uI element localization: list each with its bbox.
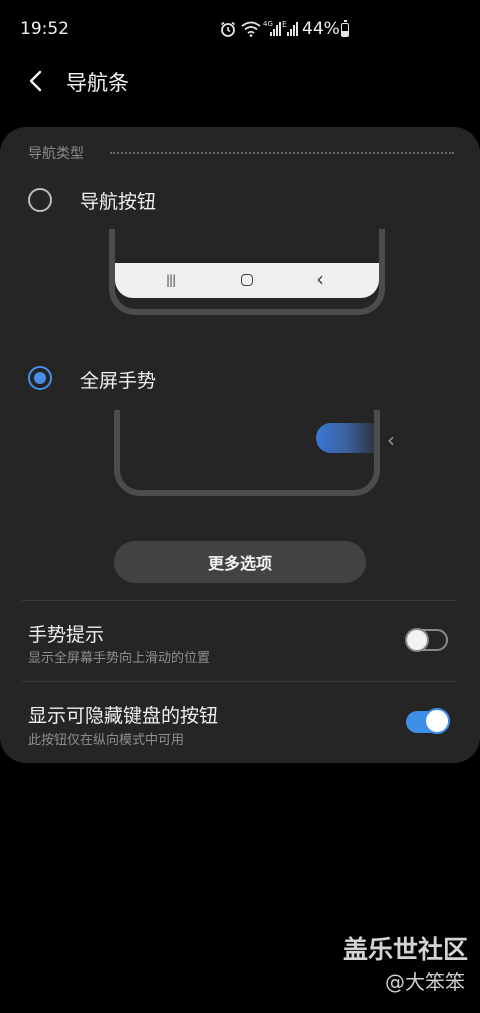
chevron-left-icon: ‹	[387, 428, 395, 452]
signal-e-icon: E	[282, 20, 298, 38]
back-arrow-icon	[29, 70, 42, 92]
home-icon	[241, 274, 253, 286]
back-icon: ‹	[316, 267, 324, 291]
option-label-navigation-buttons: 导航按钮	[80, 191, 157, 213]
watermark-author: @大笨笨	[385, 970, 465, 994]
gesture-hint-toggle[interactable]	[405, 628, 448, 652]
toggle-knob	[405, 628, 429, 652]
watermark-community: 盖乐世社区	[343, 935, 469, 964]
wifi-icon	[241, 21, 261, 37]
radio-full-screen-gestures[interactable]	[28, 366, 52, 390]
option-label-full-screen-gestures: 全屏手势	[80, 370, 157, 392]
gesture-hint-pill	[316, 423, 374, 453]
signal-4g-icon: 4G	[263, 20, 281, 38]
page-title: 导航条	[66, 71, 129, 95]
recents-icon: |||	[166, 273, 176, 287]
status-time: 19:52	[20, 19, 69, 39]
setting-subtitle-gesture-hint: 显示全屏幕手势向上滑动的位置	[28, 651, 211, 666]
battery-percent: 44%	[302, 19, 340, 39]
more-options-button[interactable]: 更多选项	[114, 541, 366, 583]
radio-navigation-buttons[interactable]	[28, 188, 52, 212]
setting-title-gesture-hint: 手势提示	[28, 624, 105, 646]
setting-subtitle-keyboard-button: 此按钮仅在纵向模式中可用	[28, 733, 185, 748]
alarm-icon	[219, 20, 237, 38]
keyboard-button-toggle[interactable]	[406, 708, 450, 734]
toggle-knob	[424, 708, 450, 734]
section-label-nav-type: 导航类型	[28, 146, 84, 162]
setting-title-keyboard-button: 显示可隐藏键盘的按钮	[28, 705, 219, 727]
status-bar	[0, 0, 480, 58]
battery-icon	[341, 20, 349, 37]
battery-fill	[342, 30, 348, 36]
back-button[interactable]	[22, 66, 52, 96]
section-divider-dots	[110, 152, 454, 154]
